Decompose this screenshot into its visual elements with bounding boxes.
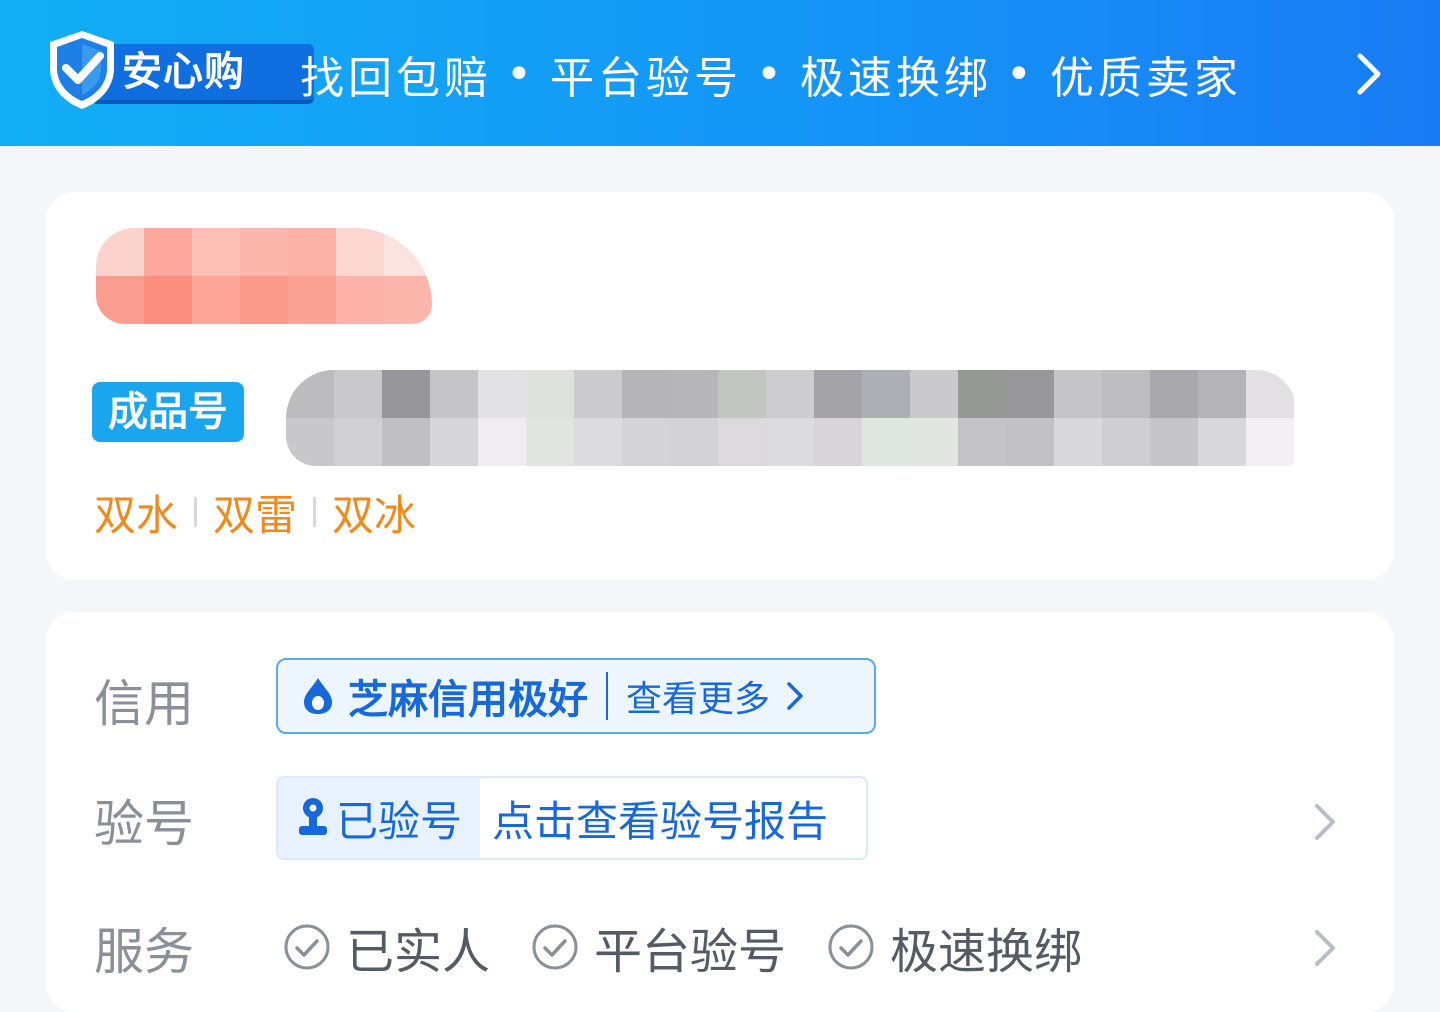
shield-check-icon: [50, 31, 114, 109]
slogan-item: 优质卖家: [1049, 53, 1242, 104]
verification-status-segment: 已验号: [278, 778, 480, 858]
slogan-item: 找回包赔: [300, 53, 492, 104]
chevron-right-icon[interactable]: [1308, 926, 1342, 970]
person-verified-icon: [299, 798, 327, 835]
brand-name: 安心购: [122, 49, 245, 95]
blurred-account-title: [286, 370, 1296, 466]
tag-item: 双水: [94, 490, 179, 540]
service-item: 平台验号: [530, 912, 786, 982]
service-list: 已实人 平台验号 极速换绑: [282, 912, 1122, 982]
verification-status: 已验号: [336, 796, 463, 846]
credit-label: 信用: [94, 675, 194, 733]
slogan-item: 极速换绑: [799, 53, 992, 104]
tag-separator: [194, 497, 198, 527]
verification-report-button[interactable]: 已验号 点击查看验号报告: [276, 776, 868, 860]
slogan-separator: •: [755, 48, 786, 100]
credit-more-link[interactable]: 查看更多: [626, 670, 770, 722]
check-circle-icon: [532, 924, 578, 970]
product-info-card: 成品号 双水 双雷 双冰: [46, 192, 1394, 580]
chevron-right-icon: [787, 682, 803, 710]
safe-purchase-banner[interactable]: 安心购 找回包赔 • 平台验号 • 极速换绑 • 优质卖家: [0, 0, 1440, 146]
slogan-separator: •: [1005, 48, 1036, 100]
tag-item: 双冰: [332, 490, 417, 540]
tag-separator: [313, 497, 317, 527]
service-item-label: 平台验号: [594, 924, 787, 980]
service-label: 服务: [94, 923, 194, 981]
chevron-right-icon[interactable]: [1344, 50, 1392, 98]
service-item: 极速换绑: [826, 912, 1082, 982]
check-circle-icon: [284, 924, 330, 970]
check-circle-icon: [828, 924, 874, 970]
credit-status: 芝麻信用极好: [348, 677, 588, 723]
credit-divider: [606, 672, 608, 720]
credit-info-button[interactable]: 芝麻信用极好 查看更多: [276, 658, 876, 734]
verification-report-link[interactable]: 点击查看验号报告: [480, 788, 828, 849]
product-type-badge: 成品号: [92, 382, 244, 442]
sesame-drop-icon: [304, 678, 332, 714]
tag-item: 双雷: [213, 490, 298, 540]
service-item: 已实人: [282, 912, 490, 982]
service-item-label: 已实人: [346, 924, 491, 980]
account-details-card: 信用 芝麻信用极好 查看更多 验号 已验号 点击查看验号报告 服务 已实人 平台…: [46, 612, 1394, 1012]
chevron-right-icon[interactable]: [1308, 800, 1342, 844]
verification-label: 验号: [94, 795, 194, 853]
banner-slogan: 找回包赔 • 平台验号 • 极速换绑 • 优质卖家: [300, 40, 1242, 108]
product-tags: 双水 双雷 双冰: [94, 482, 416, 542]
service-item-label: 极速换绑: [890, 924, 1083, 980]
slogan-separator: •: [506, 48, 536, 100]
blurred-price: [96, 228, 432, 324]
slogan-item: 平台验号: [549, 53, 742, 104]
